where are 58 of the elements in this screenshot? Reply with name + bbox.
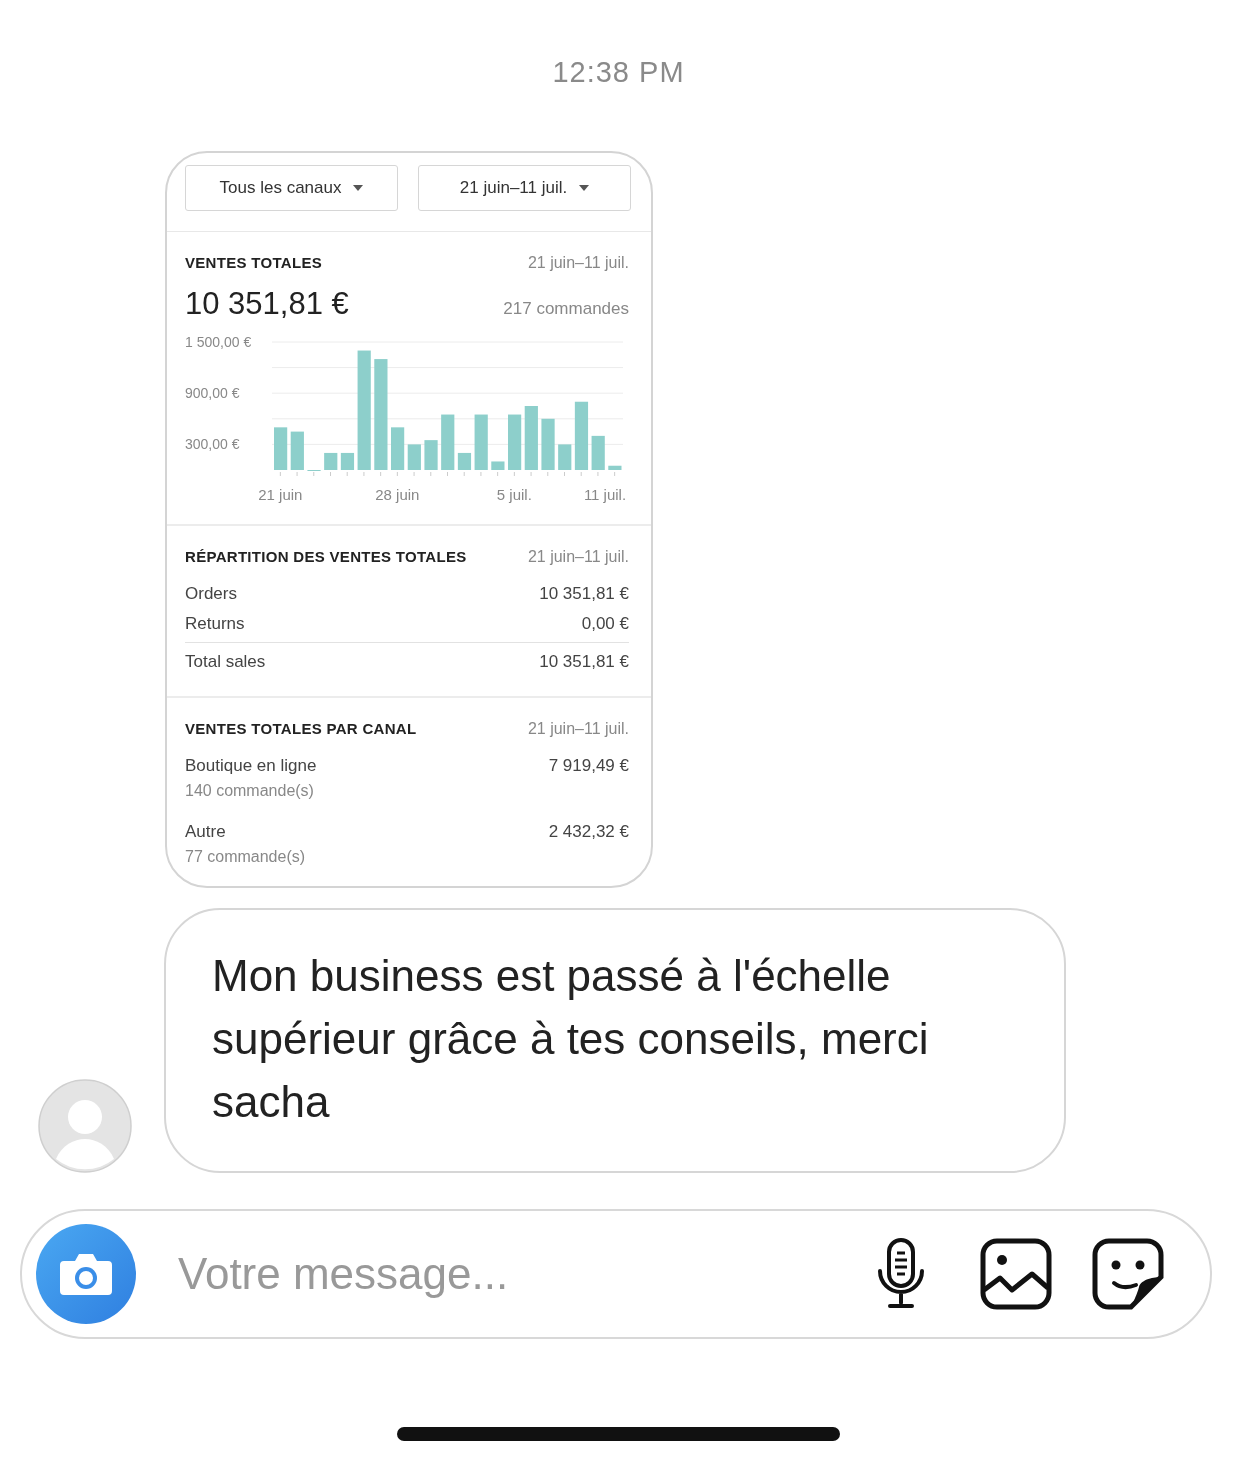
bar (524, 406, 538, 470)
axis-label: 11 juil. (583, 486, 627, 503)
caret-icon (579, 185, 590, 191)
date-range: 21 juin–11 juil. (527, 720, 629, 738)
bar (491, 461, 505, 470)
row-label: Orders (185, 584, 237, 604)
axis-label: 1 500,00 € (185, 334, 252, 350)
sticker-button[interactable] (1092, 1238, 1164, 1310)
orders-count: 217 commandes (503, 299, 629, 319)
total-amount: 10 351,81 € (185, 286, 349, 322)
caret-icon (353, 185, 364, 191)
axis-label: 900,00 € (185, 385, 240, 402)
section-title: VENTES TOTALES PAR CANAL (185, 720, 417, 737)
bar (324, 452, 338, 470)
sticker-icon (1092, 1238, 1164, 1310)
camera-icon (58, 1251, 114, 1297)
channel-name: Autre (185, 822, 227, 842)
channel-name: Boutique en ligne (185, 756, 317, 776)
channel-orders: 140 commande(s) (185, 782, 315, 800)
bar (407, 444, 421, 470)
bar (274, 427, 288, 470)
bar (340, 452, 355, 470)
bar (508, 414, 522, 470)
message-bubble: Mon business est passé à l'échelle supérieur grâce à tes conseils, merci sacha (164, 908, 1066, 1173)
filter-dropdown[interactable]: Tous les canaux (185, 165, 398, 211)
bar (558, 444, 572, 470)
bar (441, 414, 455, 470)
bar (290, 431, 304, 470)
bar (574, 401, 589, 470)
bar (591, 435, 605, 470)
bar (608, 465, 622, 470)
channel-amount: 2 432,32 € (548, 822, 629, 843)
gallery-button[interactable] (980, 1238, 1052, 1310)
channel-amount: 7 919,49 € (548, 756, 629, 777)
bar (391, 427, 405, 470)
row-label: Returns (185, 614, 245, 634)
row-value: 10 351,81 € (539, 652, 629, 672)
row-label: Total sales (185, 652, 266, 672)
avatar-icon (38, 1079, 132, 1173)
channel-orders: 77 commande(s) (185, 848, 306, 866)
bar (424, 440, 438, 470)
row-value: 0,00 € (581, 614, 629, 634)
camera-button[interactable] (36, 1224, 136, 1324)
section-title: VENTES TOTALES (185, 254, 322, 271)
timestamp: 12:38 PM (552, 56, 685, 89)
section-title: RÉPARTITION DES VENTES TOTALES (185, 548, 467, 565)
axis-label: 28 juin (375, 486, 420, 503)
filter-dropdown[interactable]: 21 juin–11 juil. (418, 165, 631, 211)
axis-label: 300,00 € (185, 436, 240, 453)
bar (457, 452, 472, 470)
row-value: 10 351,81 € (539, 584, 629, 604)
bar (541, 418, 555, 470)
date-range: 21 juin–11 juil. (527, 254, 629, 272)
bar (474, 414, 488, 470)
image-icon (980, 1238, 1052, 1310)
date-range: 21 juin–11 juil. (527, 548, 629, 566)
axis-label: 21 juin (258, 486, 303, 503)
axis-label: 5 juil. (496, 486, 532, 503)
